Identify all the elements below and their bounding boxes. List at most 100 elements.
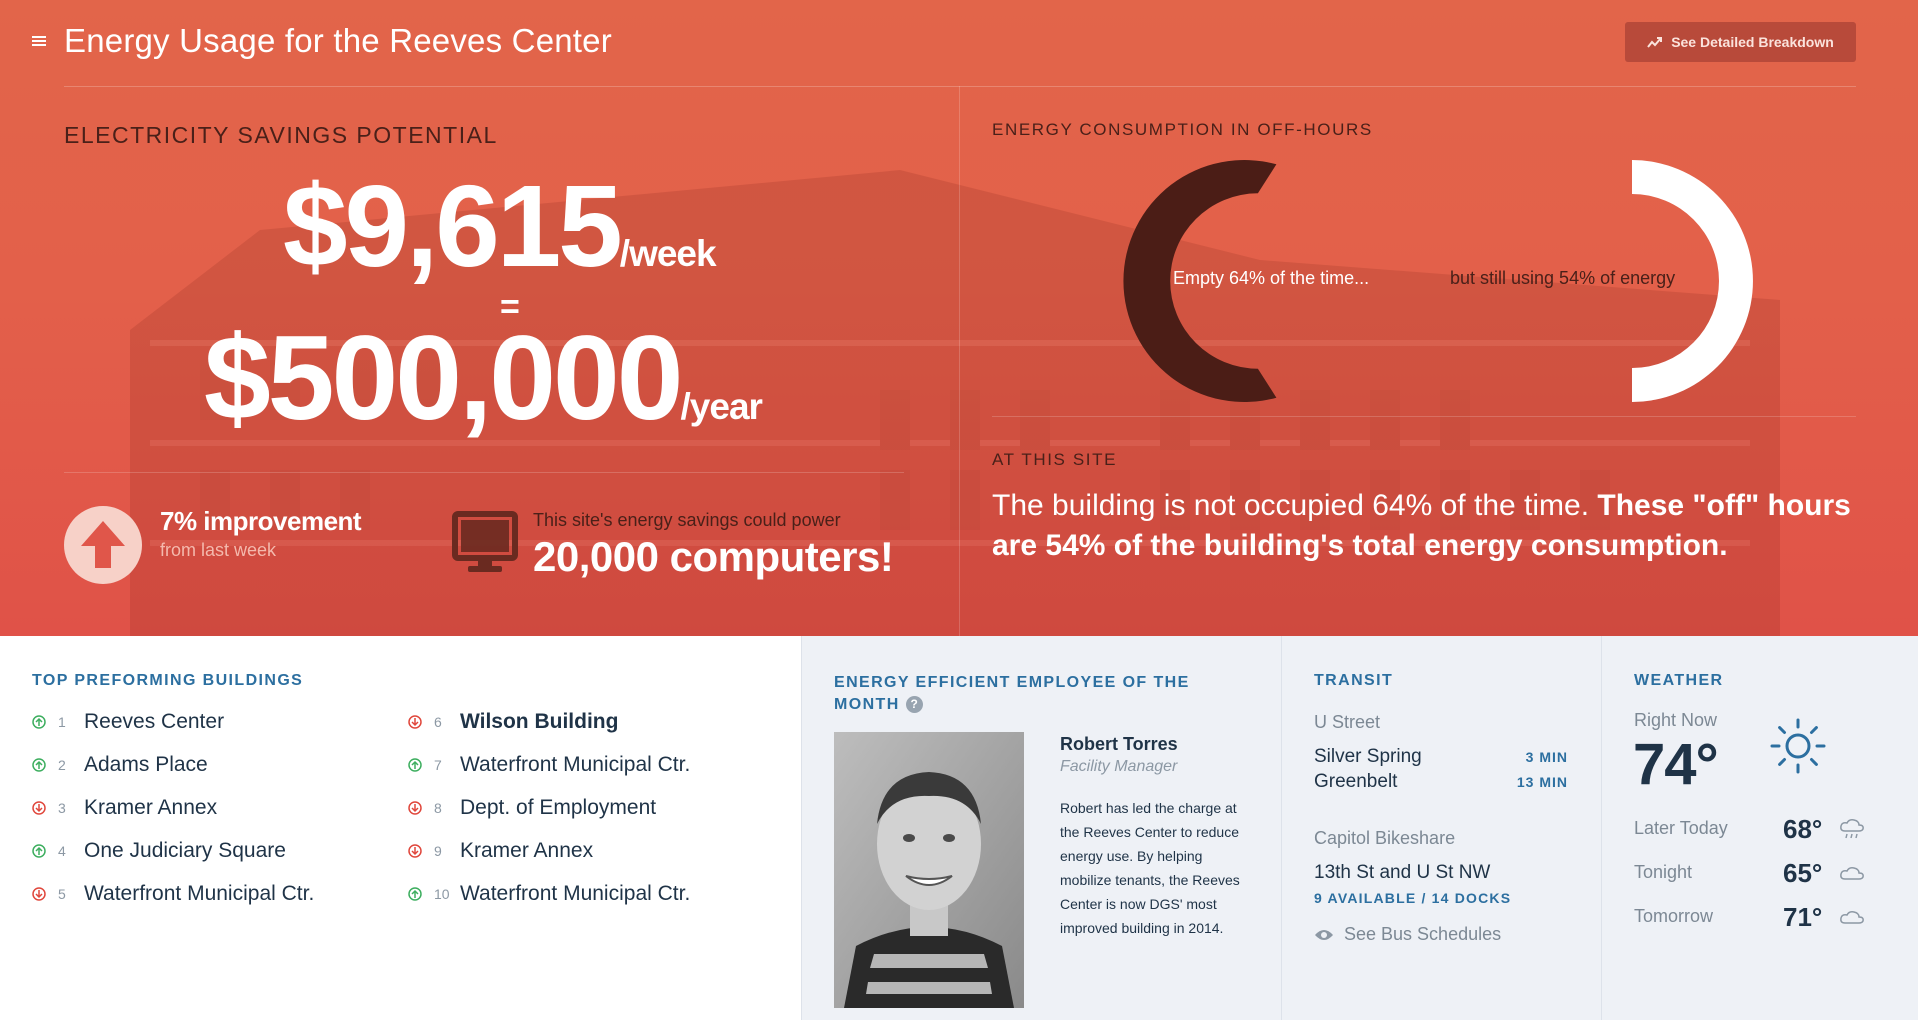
metro-station-name: U Street bbox=[1314, 712, 1381, 732]
hamburger-menu-icon[interactable] bbox=[32, 36, 46, 46]
monitor-icon bbox=[452, 511, 518, 572]
list-item[interactable]: 8 Dept. of Employment bbox=[408, 786, 690, 829]
trend-up-icon bbox=[32, 843, 46, 858]
sun-icon bbox=[1770, 718, 1826, 774]
forecast-row: Tomorrow 71° bbox=[1634, 902, 1880, 932]
list-item[interactable]: 10 Waterfront Municipal Ctr. bbox=[408, 872, 690, 915]
eye-icon bbox=[1315, 929, 1333, 940]
employee-title: ENERGY EFFICIENT EMPLOYEE OF THE MONTH? bbox=[834, 672, 1194, 716]
list-item[interactable]: 6 Wilson Building bbox=[408, 700, 690, 743]
rank-number: 5 bbox=[58, 885, 66, 902]
see-detailed-breakdown-button[interactable]: See Detailed Breakdown bbox=[1625, 22, 1856, 62]
arrow-up-icon bbox=[81, 521, 125, 568]
trend-up-icon bbox=[32, 714, 46, 729]
forecast-temp: 68° bbox=[1783, 814, 1823, 844]
trend-line-icon bbox=[1647, 37, 1663, 48]
list-item[interactable]: 5 Waterfront Municipal Ctr. bbox=[32, 872, 314, 915]
trend-down-icon bbox=[408, 714, 422, 729]
trend-up-icon bbox=[32, 757, 46, 772]
weather-now-label: Right Now bbox=[1634, 710, 1718, 730]
breakdown-button-label: See Detailed Breakdown bbox=[1671, 34, 1834, 50]
employee-portrait-image bbox=[834, 732, 1024, 1008]
building-name: Reeves Center bbox=[84, 709, 225, 733]
yearly-savings-value: $500,000 bbox=[204, 311, 684, 445]
weekly-savings-value: $9,615 bbox=[283, 161, 623, 291]
trend-down-icon bbox=[408, 843, 422, 858]
bikeshare-docks: 9 AVAILABLE / 14 DOCKS bbox=[1314, 890, 1512, 906]
rank-number: 6 bbox=[434, 713, 442, 730]
rank-number: 1 bbox=[58, 713, 66, 730]
list-item[interactable]: 2 Adams Place bbox=[32, 743, 314, 786]
employee-bio: Robert has led the charge at the Reeves … bbox=[1060, 800, 1240, 936]
buildings-list-col-2: 6 Wilson Building 7 Waterfront Municipal… bbox=[408, 700, 690, 915]
transit-title: TRANSIT bbox=[1314, 672, 1394, 689]
forecast-row: Later Today 68° bbox=[1634, 814, 1880, 844]
weather-now-temp: 74° bbox=[1633, 732, 1719, 797]
building-name: One Judiciary Square bbox=[84, 838, 286, 862]
trend-up-icon bbox=[408, 757, 422, 772]
site-summary-part-2: of the building's total energy consumpti… bbox=[1105, 529, 1728, 562]
trend-up-icon bbox=[408, 886, 422, 901]
cloud-icon bbox=[1840, 911, 1864, 924]
buildings-list-col-1: 1 Reeves Center 2 Adams Place 3 Kramer A… bbox=[32, 700, 314, 915]
savings-section-label: ELECTRICITY SAVINGS POTENTIAL bbox=[64, 122, 498, 148]
bikeshare-label: Capitol Bikeshare bbox=[1314, 828, 1456, 848]
rank-number: 4 bbox=[58, 842, 66, 859]
building-name: Kramer Annex bbox=[460, 838, 594, 862]
list-item[interactable]: 1 Reeves Center bbox=[32, 700, 314, 743]
consumption-section-label: ENERGY CONSUMPTION IN OFF-HOURS bbox=[992, 120, 1373, 139]
employee-photo bbox=[834, 732, 1024, 1008]
list-item[interactable]: 7 Waterfront Municipal Ctr. bbox=[408, 743, 690, 786]
trend-down-icon bbox=[32, 886, 46, 901]
consumption-divider bbox=[992, 416, 1856, 417]
rank-number: 8 bbox=[434, 799, 442, 816]
header-divider bbox=[64, 86, 1856, 87]
site-summary: The building is not occupied 64% of the … bbox=[992, 486, 1852, 566]
building-name: Waterfront Municipal Ctr. bbox=[460, 881, 691, 905]
employee-title-text: ENERGY EFFICIENT EMPLOYEE OF THE MONTH bbox=[834, 674, 1190, 713]
weather-title: WEATHER bbox=[1634, 672, 1724, 689]
help-icon[interactable]: ? bbox=[905, 696, 923, 713]
train-destination: Greenbelt bbox=[1314, 771, 1398, 792]
see-bus-schedules-link[interactable]: See Bus Schedules bbox=[1314, 924, 1501, 945]
forecast-temp: 71° bbox=[1783, 902, 1823, 932]
site-section-label: AT THIS SITE bbox=[992, 450, 1118, 469]
employee-name: Robert Torres bbox=[1060, 734, 1178, 754]
building-name: Dept. of Employment bbox=[460, 795, 657, 819]
hero-section: Energy Usage for the Reeves Center See D… bbox=[0, 0, 1918, 636]
yearly-savings-unit: /year bbox=[680, 386, 763, 427]
trend-down-icon bbox=[32, 800, 46, 815]
rank-number: 10 bbox=[434, 885, 450, 902]
top-buildings-title: TOP PREFORMING BUILDINGS bbox=[32, 672, 304, 689]
savings-divider bbox=[64, 472, 904, 473]
weekly-savings: $9,615/week bbox=[283, 168, 717, 284]
forecast-label: Tomorrow bbox=[1634, 906, 1714, 926]
page-title: Energy Usage for the Reeves Center bbox=[64, 22, 612, 59]
bikeshare-station: 13th St and U St NW bbox=[1314, 862, 1491, 883]
trend-down-icon bbox=[408, 800, 422, 815]
forecast-label: Later Today bbox=[1634, 818, 1728, 838]
forecast-label: Tonight bbox=[1634, 862, 1693, 882]
top-buildings-panel: TOP PREFORMING BUILDINGS 1 Reeves Center… bbox=[0, 636, 801, 1020]
list-item[interactable]: 3 Kramer Annex bbox=[32, 786, 314, 829]
weekly-savings-unit: /week bbox=[619, 233, 717, 274]
train-destination: Silver Spring bbox=[1314, 746, 1422, 767]
employee-panel: ENERGY EFFICIENT EMPLOYEE OF THE MONTH? … bbox=[801, 636, 1281, 1020]
building-name: Waterfront Municipal Ctr. bbox=[460, 752, 691, 776]
rank-number: 3 bbox=[58, 799, 66, 816]
train-row: Greenbelt 13 MIN bbox=[1314, 771, 1568, 793]
train-arrival-time: 3 MIN bbox=[1525, 749, 1568, 765]
weather-panel: WEATHER Right Now 74° Later Today 68° To… bbox=[1601, 636, 1918, 1020]
building-name: Wilson Building bbox=[460, 709, 619, 733]
building-name: Adams Place bbox=[84, 752, 208, 776]
improvement-subtext: from last week bbox=[160, 540, 277, 560]
hero-column-divider bbox=[959, 86, 960, 636]
empty-time-label: Empty 64% of the time... bbox=[1173, 268, 1370, 288]
list-item[interactable]: 9 Kramer Annex bbox=[408, 829, 690, 872]
yearly-savings: $500,000/year bbox=[204, 318, 763, 438]
improvement-value: 7% improvement bbox=[160, 506, 362, 536]
site-summary-part-1: The building is not occupied 64% of the … bbox=[992, 489, 1598, 522]
list-item[interactable]: 4 One Judiciary Square bbox=[32, 829, 314, 872]
cloud-icon bbox=[1840, 867, 1864, 880]
power-description: This site's energy savings could power bbox=[533, 510, 841, 530]
